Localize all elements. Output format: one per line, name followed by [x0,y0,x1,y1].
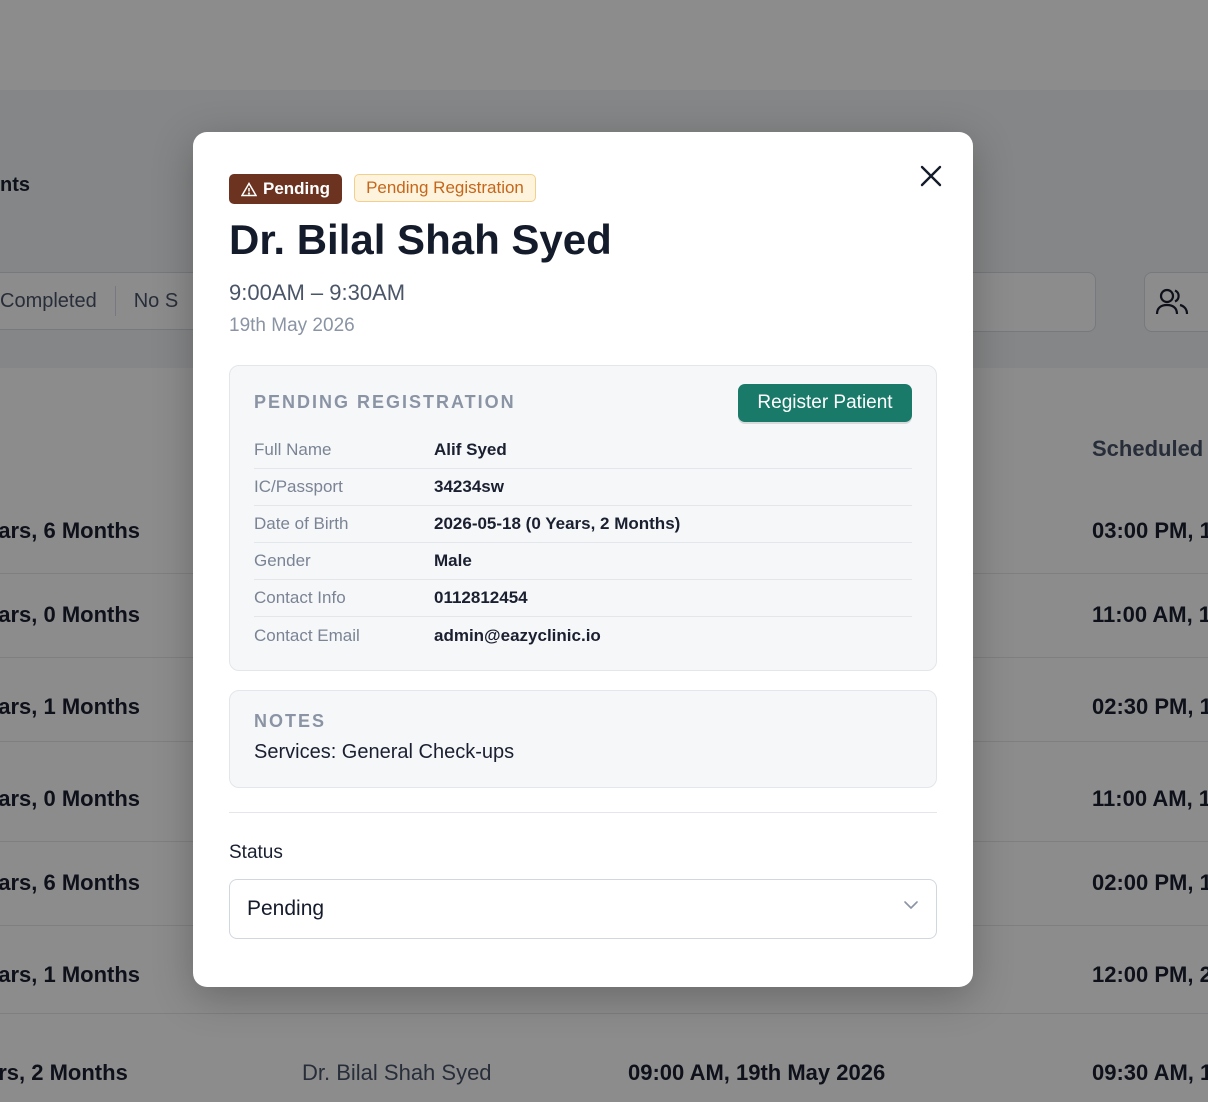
appointment-date: 19th May 2026 [229,315,355,336]
info-label: Contact Info [254,588,346,607]
info-label: Gender [254,551,311,570]
info-value: 0112812454 [434,588,528,607]
info-value: admin@eazyclinic.io [434,625,601,645]
registration-card: PENDING REGISTRATION Register Patient Fu… [229,365,937,671]
registration-card-title: PENDING REGISTRATION [254,392,516,412]
register-patient-button[interactable]: Register Patient [738,384,912,422]
divider [229,812,937,813]
badge-group: Pending Pending Registration [229,174,536,204]
info-label: Full Name [254,440,332,459]
info-label: Contact Email [254,625,360,645]
patient-info-list: Full Name Alif Syed IC/Passport 34234sw … [254,432,912,654]
info-value: Male [434,551,472,570]
chevron-down-icon [904,901,918,909]
info-value: 34234sw [434,477,504,496]
status-badge-label: Pending [263,179,331,198]
info-row-full-name: Full Name Alif Syed [254,432,912,469]
registration-badge: Pending Registration [354,174,536,202]
info-row-contact-info: Contact Info 0112812454 [254,580,912,617]
info-label: IC/Passport [254,477,343,496]
status-field-label: Status [229,842,283,863]
status-select[interactable]: Pending [229,879,937,939]
info-value: 2026-05-18 (0 Years, 2 Months) [434,514,681,533]
doctor-name: Dr. Bilal Shah Syed [229,216,612,263]
info-label: Date of Birth [254,514,349,533]
info-row-gender: Gender Male [254,543,912,580]
close-icon[interactable] [915,160,947,192]
notes-card-title: NOTES [254,711,327,731]
info-row-contact-email: Contact Email admin@eazyclinic.io [254,617,912,654]
status-badge: Pending [229,174,343,204]
appointment-time: 9:00AM – 9:30AM [229,280,406,305]
warning-triangle-icon [241,181,257,196]
info-row-ic-passport: IC/Passport 34234sw [254,469,912,506]
info-row-date-of-birth: Date of Birth 2026-05-18 (0 Years, 2 Mon… [254,506,912,543]
status-select-value: Pending [247,897,325,920]
info-value: Alif Syed [434,440,507,459]
notes-text: Services: General Check-ups [254,741,515,763]
appointment-modal: Pending Pending Registration Dr. Bilal S… [193,132,973,987]
notes-card: NOTES Services: General Check-ups [229,690,937,788]
